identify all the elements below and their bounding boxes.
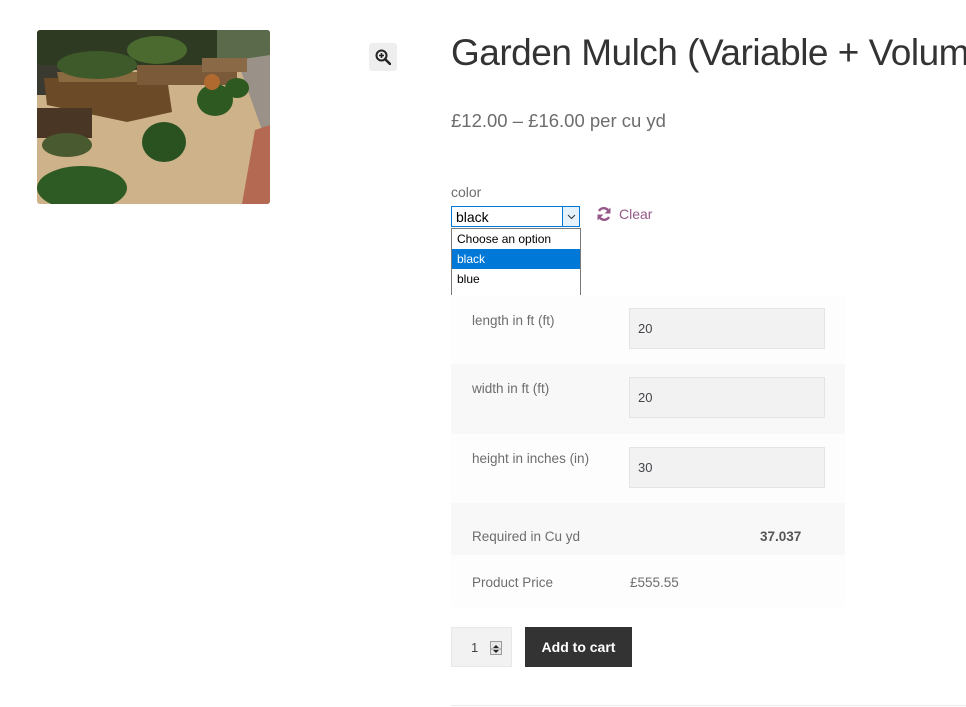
- product-price-label: Product Price: [472, 575, 554, 590]
- divider: [451, 705, 966, 706]
- calc-row-price: Product Price £555.55: [451, 555, 845, 607]
- color-option-black[interactable]: black: [452, 249, 580, 269]
- quantity-stepper[interactable]: 1: [451, 627, 512, 667]
- product-title: Garden Mulch (Variable + Volume): [451, 32, 966, 73]
- color-option-blue[interactable]: blue: [452, 269, 580, 289]
- color-label: color: [451, 184, 482, 200]
- color-option-choose[interactable]: Choose an option: [452, 229, 580, 249]
- magnifier-plus-icon: [375, 49, 391, 65]
- quantity-value: 1: [471, 640, 479, 655]
- spin-down-icon: [493, 650, 499, 653]
- refresh-icon: [597, 207, 611, 221]
- calc-row-length: length in ft (ft): [451, 295, 845, 364]
- volume-calculator: length in ft (ft) width in ft (ft) heigh…: [451, 295, 845, 607]
- width-input[interactable]: [629, 377, 825, 418]
- length-label: length in ft (ft): [472, 313, 555, 328]
- product-price-range: £12.00 – £16.00 per cu yd: [451, 110, 666, 131]
- color-select-value: black: [456, 209, 489, 225]
- spin-up-icon: [493, 645, 499, 648]
- zoom-button[interactable]: [369, 43, 397, 71]
- length-input[interactable]: [629, 308, 825, 349]
- add-to-cart-button[interactable]: Add to cart: [525, 627, 632, 667]
- calc-row-height: height in inches (in): [451, 434, 845, 503]
- width-label: width in ft (ft): [472, 381, 550, 396]
- required-label: Required in Cu yd: [472, 529, 581, 544]
- calc-row-width: width in ft (ft): [451, 364, 845, 434]
- quantity-spinner[interactable]: [490, 641, 502, 655]
- chevron-down-icon[interactable]: [562, 207, 579, 226]
- clear-label: Clear: [619, 206, 653, 222]
- height-label: height in inches (in): [472, 451, 590, 466]
- product-image[interactable]: [37, 30, 270, 204]
- clear-variation-link[interactable]: Clear: [596, 206, 652, 222]
- height-input[interactable]: [629, 447, 825, 488]
- calc-row-required: Required in Cu yd 37.037: [451, 503, 845, 555]
- required-value: 37.037: [760, 529, 802, 544]
- color-select[interactable]: black: [451, 206, 580, 227]
- garden-mulch-photo: [37, 30, 270, 204]
- product-price-value: £555.55: [630, 575, 679, 590]
